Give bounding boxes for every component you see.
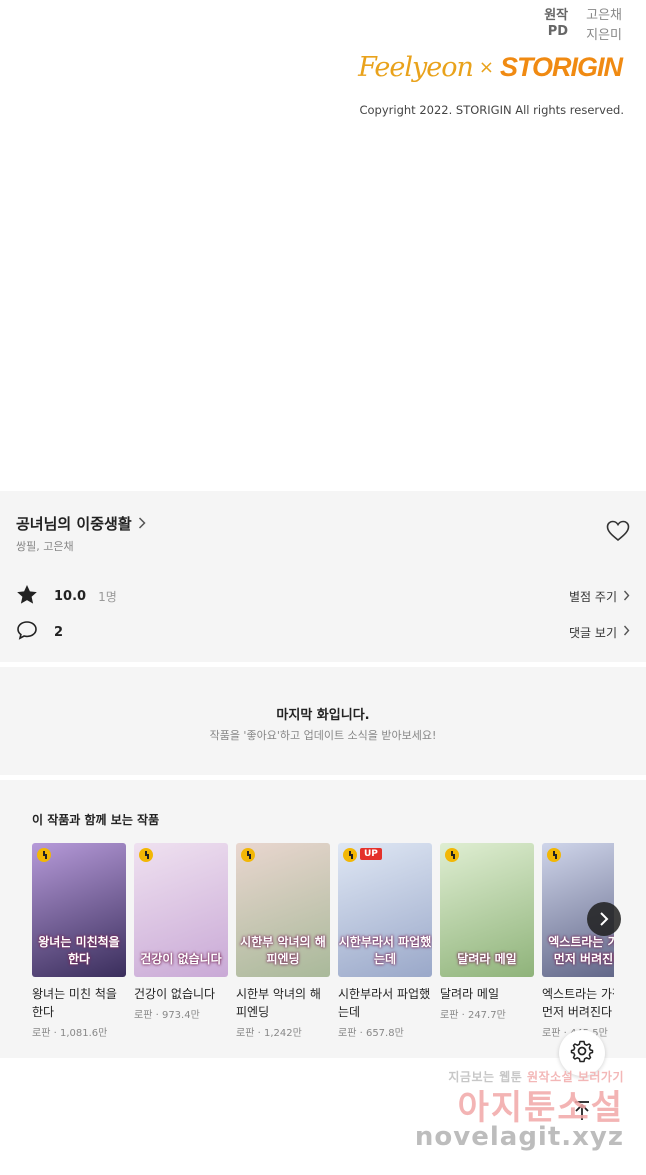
cover-title: 엑스트라는 가장 먼저 버려진다 [548,935,614,966]
recommendation-genre: 로판 [338,1028,357,1039]
credits-section: 원작 고은채 PD 지은미 Feelyeon × STORIGIN Copyri… [0,0,646,490]
meta-separator: · [458,1010,468,1021]
recommendation-views: 973.4만 [161,1010,200,1021]
star-icon [16,584,38,609]
credit-role: 원작 [544,8,569,23]
work-title-link[interactable]: 공녀님의 이중생활 [16,513,146,534]
cover-title: 시한부 악녀의 해피엔딩 [240,935,326,966]
recommendation-cover: 시한부 악녀의 해피엔딩 [236,843,330,977]
credit-name: 지은미 [586,28,622,43]
recommendation-cover: 달려라 메일 [440,843,534,977]
credit-row-pd: PD 지은미 [540,24,622,43]
recommendation-card[interactable]: 엑스트라는 가장 먼저 버려진다엑스트라는 가장 먼저 버려진다로판 · 445… [542,843,614,1039]
recommendations-section: 이 작품과 함께 보는 작품 왕녀는 미친척을 한다왕녀는 미친 척을 한다로판… [0,780,646,1058]
logo-storigin: STORIGIN [499,52,623,82]
last-episode-notice: 마지막 화입니다. 작품을 '좋아요'하고 업데이트 소식을 받아보세요! [0,667,646,775]
recommendation-meta: 로판 · 973.4만 [134,1006,228,1021]
recommendation-card[interactable]: 왕녀는 미친척을 한다왕녀는 미친 척을 한다로판 · 1,081.6만 [32,843,126,1039]
credit-role: PD [547,24,569,39]
recommendation-views: 1,081.6만 [59,1028,108,1039]
meta-separator: · [152,1010,162,1021]
watermark-url: novelagit.xyz [414,1122,624,1152]
recommendation-genre: 로판 [236,1028,255,1039]
recommendation-cover: 왕녀는 미친척을 한다 [32,843,126,977]
clock-icon [241,848,255,862]
copyright-text: Copyright 2022. STORIGIN All rights rese… [359,103,624,117]
recommendation-title: 달려라 메일 [440,987,500,1001]
work-info-panel: 공녀님의 이중생활 쌍필, 고은채 10.0 1명 별점 주기 2 댓글 보기 [0,491,646,662]
recommendation-title: 엑스트라는 가장 먼저 버려진다 [542,987,614,1019]
clock-icon [445,848,459,862]
recommendation-card[interactable]: UP 시한부라서 파업했는데 시한부라서 파업했는데 로판 · 657.8만 [338,843,432,1039]
recommendation-views: 247.7만 [467,1010,506,1021]
rating-count: 1명 [98,590,117,604]
recommendation-card[interactable]: 건강이 없습니다 건강이 없습니다 로판 · 973.4만 [134,843,228,1021]
recommendation-cover: 건강이 없습니다 [134,843,228,977]
recommendation-title: 왕녀는 미친 척을 한다 [32,987,117,1019]
recommendation-card[interactable]: 시한부 악녀의 해피엔딩 시한부 악녀의 해피엔딩 로판 · 1,242만 [236,843,330,1039]
work-authors: 쌍필, 고은채 [16,540,74,553]
recommendation-cover: UP 시한부라서 파업했는데 [338,843,432,977]
recommendation-genre: 로판 [440,1010,459,1021]
clock-icon [547,848,561,862]
settings-icon [570,1039,594,1067]
rate-button[interactable]: 별점 주기 [569,588,630,605]
meta-separator: · [356,1028,366,1039]
credit-name: 고은채 [586,8,622,23]
chevron-right-icon [623,590,630,604]
heart-icon[interactable] [606,520,630,542]
comments-button-label: 댓글 보기 [569,625,617,640]
credit-row-original: 원작 고은채 [540,4,622,23]
meta-separator: · [254,1028,264,1039]
comment-row: 2 댓글 보기 [16,620,630,644]
cover-title: 왕녀는 미친척을 한다 [38,935,120,966]
clock-icon [139,848,153,862]
rating-score: 10.0 [54,589,87,604]
recommendation-meta: 로판 · 657.8만 [338,1024,432,1039]
recommendation-views: 1,242만 [263,1028,302,1039]
logo-feelyeon: Feelyeon [358,52,474,83]
comments-button[interactable]: 댓글 보기 [569,624,630,641]
rating-row: 10.0 1명 별점 주기 [16,584,630,609]
meta-separator: · [50,1028,60,1039]
last-episode-subtext: 작품을 '좋아요'하고 업데이트 소식을 받아보세요! [209,729,437,742]
last-episode-message: 마지막 화입니다. [276,708,370,723]
publisher-logo: Feelyeon × STORIGIN [358,52,623,83]
next-arrow-icon[interactable] [587,902,621,936]
clock-icon [37,848,51,862]
recommendation-genre: 로판 [134,1010,153,1021]
clock-icon [343,848,357,862]
recommendation-meta: 로판 · 1,081.6만 [32,1024,126,1039]
comment-icon [16,620,38,644]
chevron-right-icon [623,625,630,639]
comment-count: 2 [54,624,64,640]
recommendation-genre: 로판 [32,1028,51,1039]
cover-title: 달려라 메일 [457,952,517,966]
recommendation-title: 시한부 악녀의 해피엔딩 [236,987,321,1019]
work-title: 공녀님의 이중생활 [16,515,132,533]
recommendations-heading: 이 작품과 함께 보는 작품 [32,813,160,827]
logo-cross: × [478,57,494,78]
rate-button-label: 별점 주기 [569,590,617,604]
recommendation-title: 시한부라서 파업했는데 [338,987,431,1019]
recommendation-title: 건강이 없습니다 [134,987,216,1001]
recommendation-views: 657.8만 [365,1028,404,1039]
recommendation-meta: 로판 · 247.7만 [440,1006,534,1021]
recommendation-genre: 로판 [542,1028,561,1039]
recommendations-carousel: 왕녀는 미친척을 한다 왕녀는 미친 척을 한다 로판 · 1,081.6만 건강이 … [32,843,614,1053]
up-badge: UP [360,848,382,860]
chevron-right-icon [138,515,146,533]
cover-title: 시한부라서 파업했는데 [338,935,432,966]
recommendation-card[interactable]: 달려라 메일 달려라 메일 로판 · 247.7만 [440,843,534,1021]
recommendation-meta: 로판 · 1,242만 [236,1024,330,1039]
cover-title: 건강이 없습니다 [140,952,222,966]
